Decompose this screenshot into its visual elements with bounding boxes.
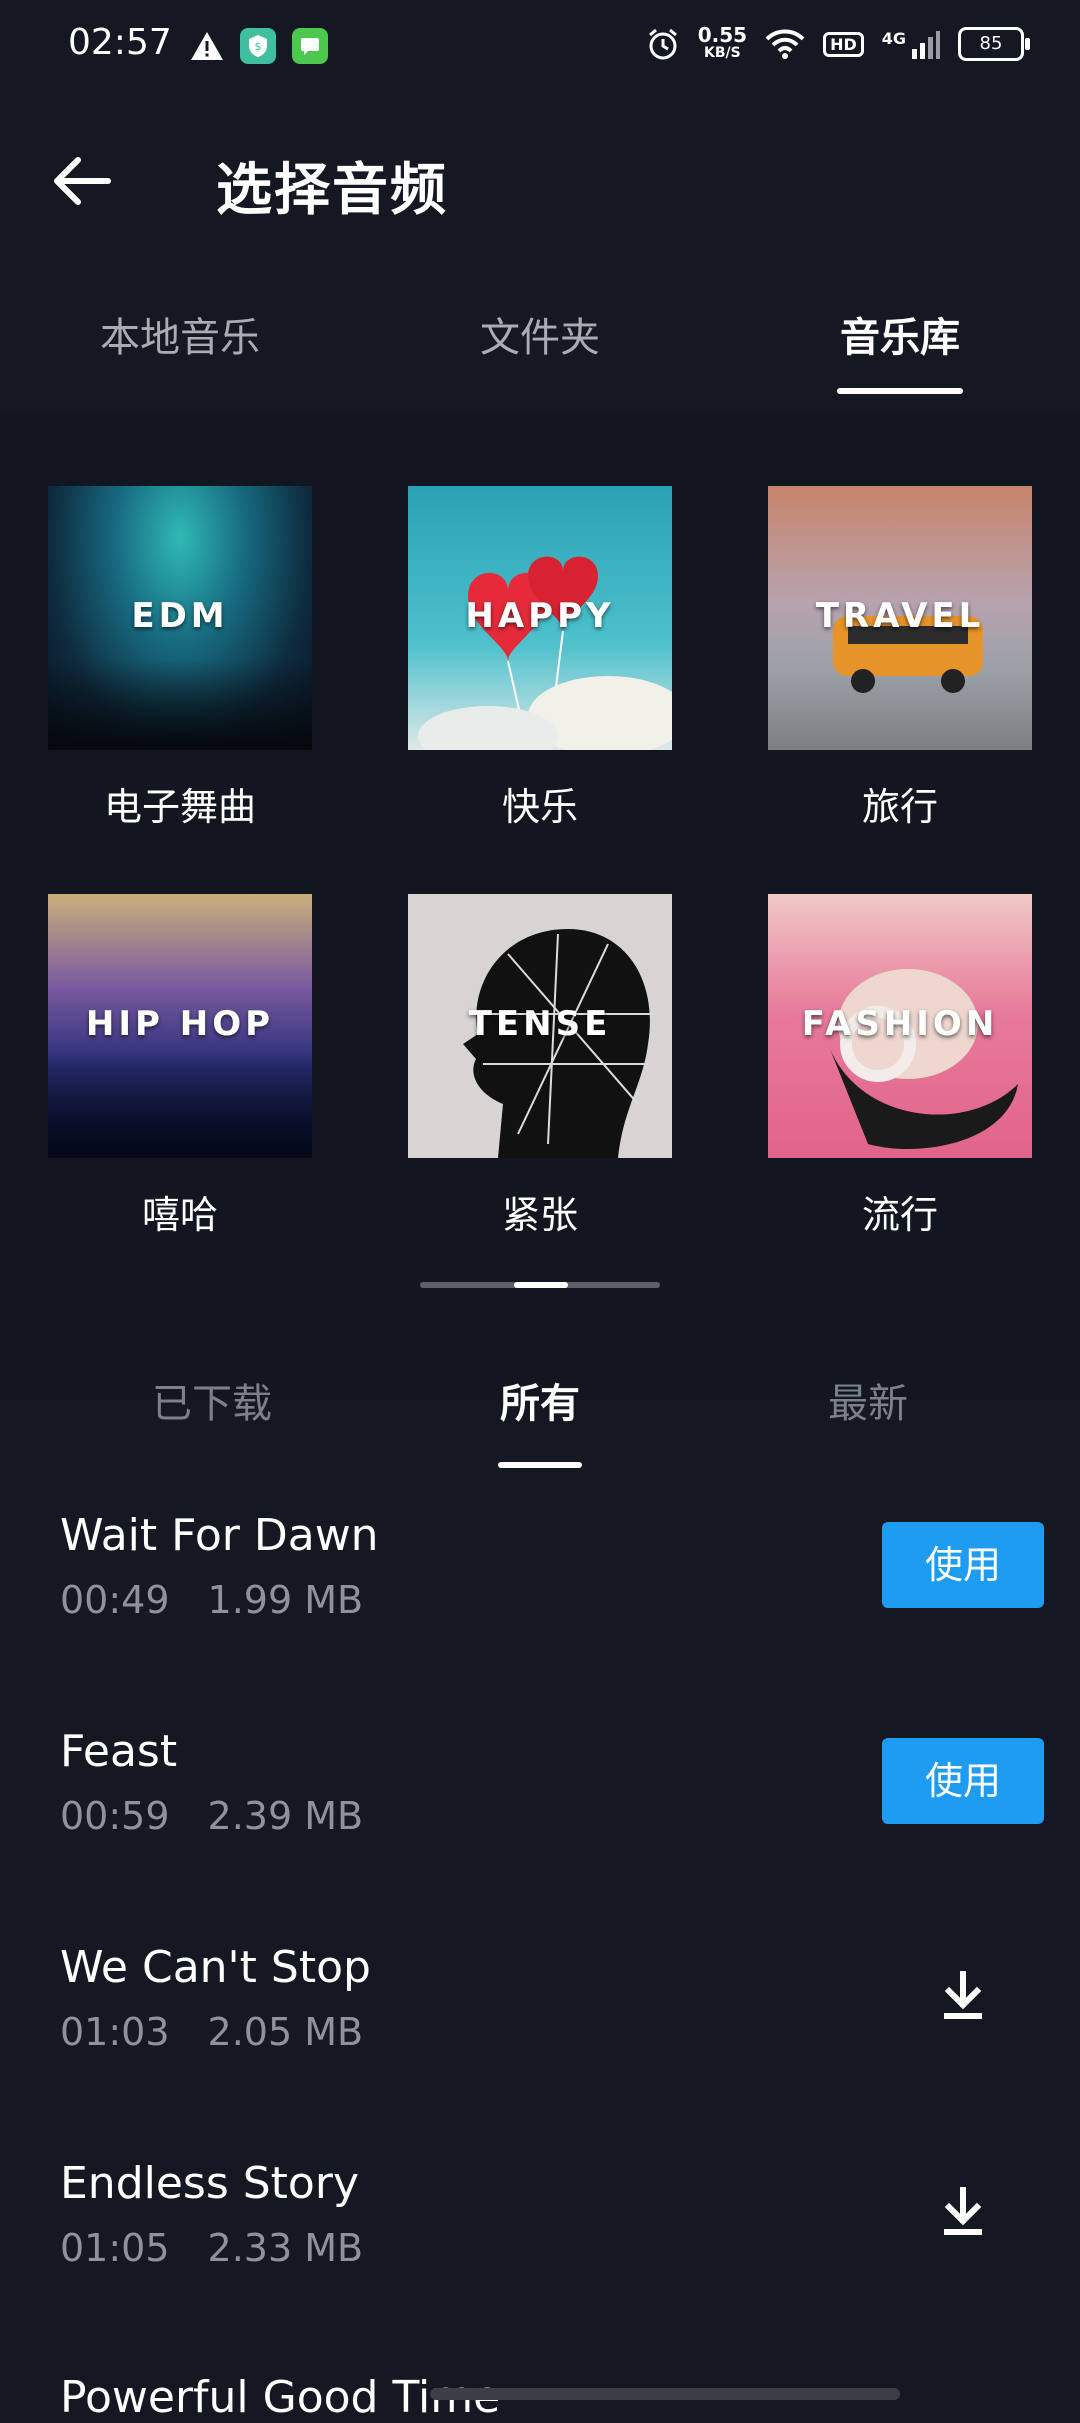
cover-text: HAPPY	[465, 596, 615, 636]
active-tab-indicator	[498, 1462, 582, 1468]
track-size: 2.05 MB	[207, 2010, 364, 2054]
category-cover: EDM	[48, 486, 312, 750]
list-item[interactable]: Feast 00:59 2.39 MB 使用	[0, 1726, 1080, 1942]
track-meta: 00:59 2.39 MB	[60, 1794, 363, 1838]
cover-text: HIP HOP	[85, 1004, 275, 1044]
category-name: 嘻哈	[141, 1193, 218, 1237]
tab-local-music[interactable]: 本地音乐	[30, 290, 330, 410]
status-time: 02:57	[68, 22, 172, 63]
category-tense[interactable]: TENSE 紧张	[408, 894, 672, 1239]
cover-text: TRAVEL	[815, 596, 985, 636]
cover-text: TENSE	[468, 1004, 612, 1044]
track-title: We Can't Stop	[60, 1942, 371, 1993]
category-cover: FASHION	[768, 894, 1032, 1158]
tab-label: 最新	[828, 1381, 908, 1427]
category-name: 快乐	[501, 785, 578, 829]
svg-text:$: $	[255, 40, 262, 53]
message-app-icon	[292, 28, 328, 64]
use-button[interactable]: 使用	[882, 1738, 1044, 1824]
category-name: 流行	[861, 1193, 938, 1237]
page-title: 选择音频	[216, 158, 448, 223]
track-title: Endless Story	[60, 2158, 359, 2209]
network-type: 4G	[881, 29, 906, 48]
source-tabs: 本地音乐 文件夹 音乐库	[0, 290, 1080, 410]
track-size: 2.39 MB	[207, 1794, 364, 1838]
battery-indicator: 85	[958, 27, 1030, 61]
cover-text: FASHION	[801, 1004, 999, 1044]
cover-text: EDM	[131, 596, 229, 636]
list-item[interactable]: We Can't Stop 01:03 2.05 MB	[0, 1942, 1080, 2158]
category-cover: HIP HOP	[48, 894, 312, 1158]
tab-all[interactable]: 所有	[440, 1360, 640, 1470]
list-item[interactable]: Endless Story 01:05 2.33 MB	[0, 2158, 1080, 2374]
status-right-icons: 0.55 KB/S HD 4G 85	[646, 23, 1030, 62]
bottom-scroll-handle[interactable]	[430, 2388, 900, 2400]
category-happy[interactable]: HAPPY 快乐	[408, 486, 672, 831]
tab-downloaded[interactable]: 已下载	[112, 1360, 312, 1470]
category-name: 紧张	[501, 1193, 578, 1237]
app-header: 选择音频	[0, 110, 1080, 250]
tab-folder[interactable]: 文件夹	[390, 290, 690, 410]
signal-group: 4G	[882, 29, 940, 59]
track-meta: 01:05 2.33 MB	[60, 2226, 363, 2270]
tab-label: 本地音乐	[100, 315, 260, 361]
category-cover: TRAVEL	[768, 486, 1032, 750]
network-speed: 0.55 KB/S	[697, 23, 748, 62]
hd-badge: HD	[823, 31, 864, 57]
category-page-indicator	[420, 1282, 660, 1288]
category-hiphop[interactable]: HIP HOP 嘻哈	[48, 894, 312, 1239]
category-edm[interactable]: EDM 电子舞曲	[48, 486, 312, 831]
category-fashion[interactable]: FASHION 流行	[768, 894, 1032, 1239]
tab-music-library[interactable]: 音乐库	[750, 290, 1050, 410]
cover-shade	[48, 660, 312, 750]
cover-shade	[48, 1048, 312, 1158]
network-speed-value: 0.55	[697, 23, 748, 47]
use-button[interactable]: 使用	[882, 1522, 1044, 1608]
track-meta: 00:49 1.99 MB	[60, 1578, 363, 1622]
signal-icon	[912, 31, 940, 59]
active-tab-indicator	[837, 388, 963, 394]
tab-label: 所有	[500, 1381, 580, 1427]
download-icon[interactable]	[930, 2180, 996, 2246]
track-duration: 00:49	[60, 1578, 170, 1622]
page-indicator-active	[514, 1282, 568, 1288]
category-travel[interactable]: TRAVEL 旅行	[768, 486, 1032, 831]
back-arrow-icon[interactable]	[48, 146, 118, 216]
wifi-icon	[765, 29, 805, 59]
warning-icon	[191, 32, 223, 60]
network-speed-unit: KB/S	[704, 45, 741, 61]
tab-label: 音乐库	[840, 315, 960, 361]
category-name: 电子舞曲	[103, 785, 256, 829]
track-duration: 01:05	[60, 2226, 170, 2270]
track-size: 1.99 MB	[207, 1578, 364, 1622]
category-name: 旅行	[861, 785, 938, 829]
tab-label: 已下载	[152, 1381, 272, 1427]
tab-latest[interactable]: 最新	[768, 1360, 968, 1470]
filter-tabs: 已下载 所有 最新	[0, 1360, 1080, 1470]
tab-label: 文件夹	[480, 315, 600, 361]
alarm-icon	[648, 28, 677, 60]
category-cover: HAPPY	[408, 486, 672, 750]
track-duration: 00:59	[60, 1794, 170, 1838]
track-title: Feast	[60, 1726, 178, 1777]
category-cover: TENSE	[408, 894, 672, 1158]
status-bar: 02:57 $ 0.55 KB/S HD 4G 85	[0, 0, 1080, 96]
download-icon[interactable]	[930, 1964, 996, 2030]
list-item[interactable]: Wait For Dawn 00:49 1.99 MB 使用	[0, 1510, 1080, 1726]
shield-app-icon: $	[240, 28, 276, 64]
track-duration: 01:03	[60, 2010, 170, 2054]
track-size: 2.33 MB	[207, 2226, 364, 2270]
track-meta: 01:03 2.05 MB	[60, 2010, 363, 2054]
status-left-icons: $	[190, 28, 328, 64]
track-title: Wait For Dawn	[60, 1510, 379, 1561]
